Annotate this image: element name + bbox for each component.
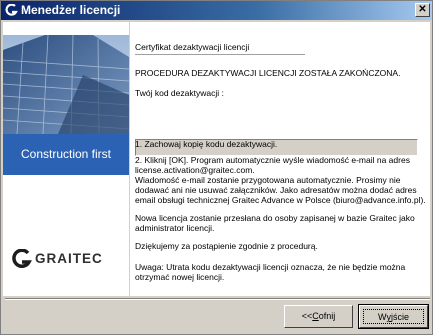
exit-button-focus: Wyjście bbox=[363, 309, 424, 324]
graitec-brand: GRAITEC bbox=[11, 249, 121, 273]
banner-tagline: Construction first bbox=[3, 134, 129, 175]
exit-button[interactable]: Wyjście bbox=[358, 304, 429, 329]
window-title: Menedżer licencji bbox=[21, 3, 121, 17]
step2-line2: license.activation@graitec.com. bbox=[135, 165, 255, 175]
button-separator bbox=[5, 298, 430, 300]
close-button[interactable]: ✕ bbox=[415, 3, 430, 17]
back-button[interactable]: <<Cofnij bbox=[284, 305, 353, 328]
step1-text: 1. Zachowaj kopię kodu dezaktywacji. bbox=[135, 139, 278, 149]
new-license-line2: administrator licencji. bbox=[135, 223, 215, 233]
graitec-g-icon bbox=[12, 249, 32, 268]
building-photo-image bbox=[3, 35, 129, 134]
thanks-text: Dziękujemy za postąpienie zgodnie z proc… bbox=[135, 241, 318, 251]
exit-button-label: jście bbox=[390, 312, 409, 322]
step2-line5: email obsługi technicznej Graitec Advanc… bbox=[135, 195, 426, 205]
building-photo bbox=[3, 35, 129, 134]
certificate-panel: Certyfikat dezaktywacji licencji PROCEDU… bbox=[129, 22, 430, 296]
license-manager-window: Menedżer licencji ✕ Construction first G… bbox=[0, 0, 433, 335]
side-banner: Construction first GRAITEC bbox=[3, 22, 130, 296]
new-license-line1: Nowa licencja zostanie przesłana do osob… bbox=[135, 213, 415, 223]
brand-name: GRAITEC bbox=[35, 251, 103, 266]
panel-heading: Certyfikat dezaktywacji licencji bbox=[135, 42, 305, 55]
step2-line1: 2. Kliknij [OK]. Program automatycznie w… bbox=[135, 155, 410, 165]
status-message: PROCEDURA DEZAKTYWACJI LICENCJI ZOSTAŁA … bbox=[135, 68, 401, 78]
step2-line3: Wiadomość e-mail zostanie przygotowana a… bbox=[135, 175, 401, 185]
title-bar[interactable]: Menedżer licencji ✕ bbox=[1, 1, 432, 20]
back-button-label: ofnij bbox=[318, 311, 336, 321]
graitec-logo-icon bbox=[5, 4, 18, 16]
back-button-prefix: << bbox=[301, 311, 313, 321]
warning-line1: Uwaga: Utrata kodu dezaktywacji licencji… bbox=[135, 262, 406, 272]
wizard-content: Construction first GRAITEC Certyfikat de… bbox=[3, 22, 430, 296]
step2-line4: dodawać ani nie usuwać załączników. Jako… bbox=[135, 185, 417, 195]
warning-line2: otrzymać nowej licencji. bbox=[135, 272, 225, 282]
code-label: Twój kod dezaktywacji : bbox=[135, 88, 224, 98]
